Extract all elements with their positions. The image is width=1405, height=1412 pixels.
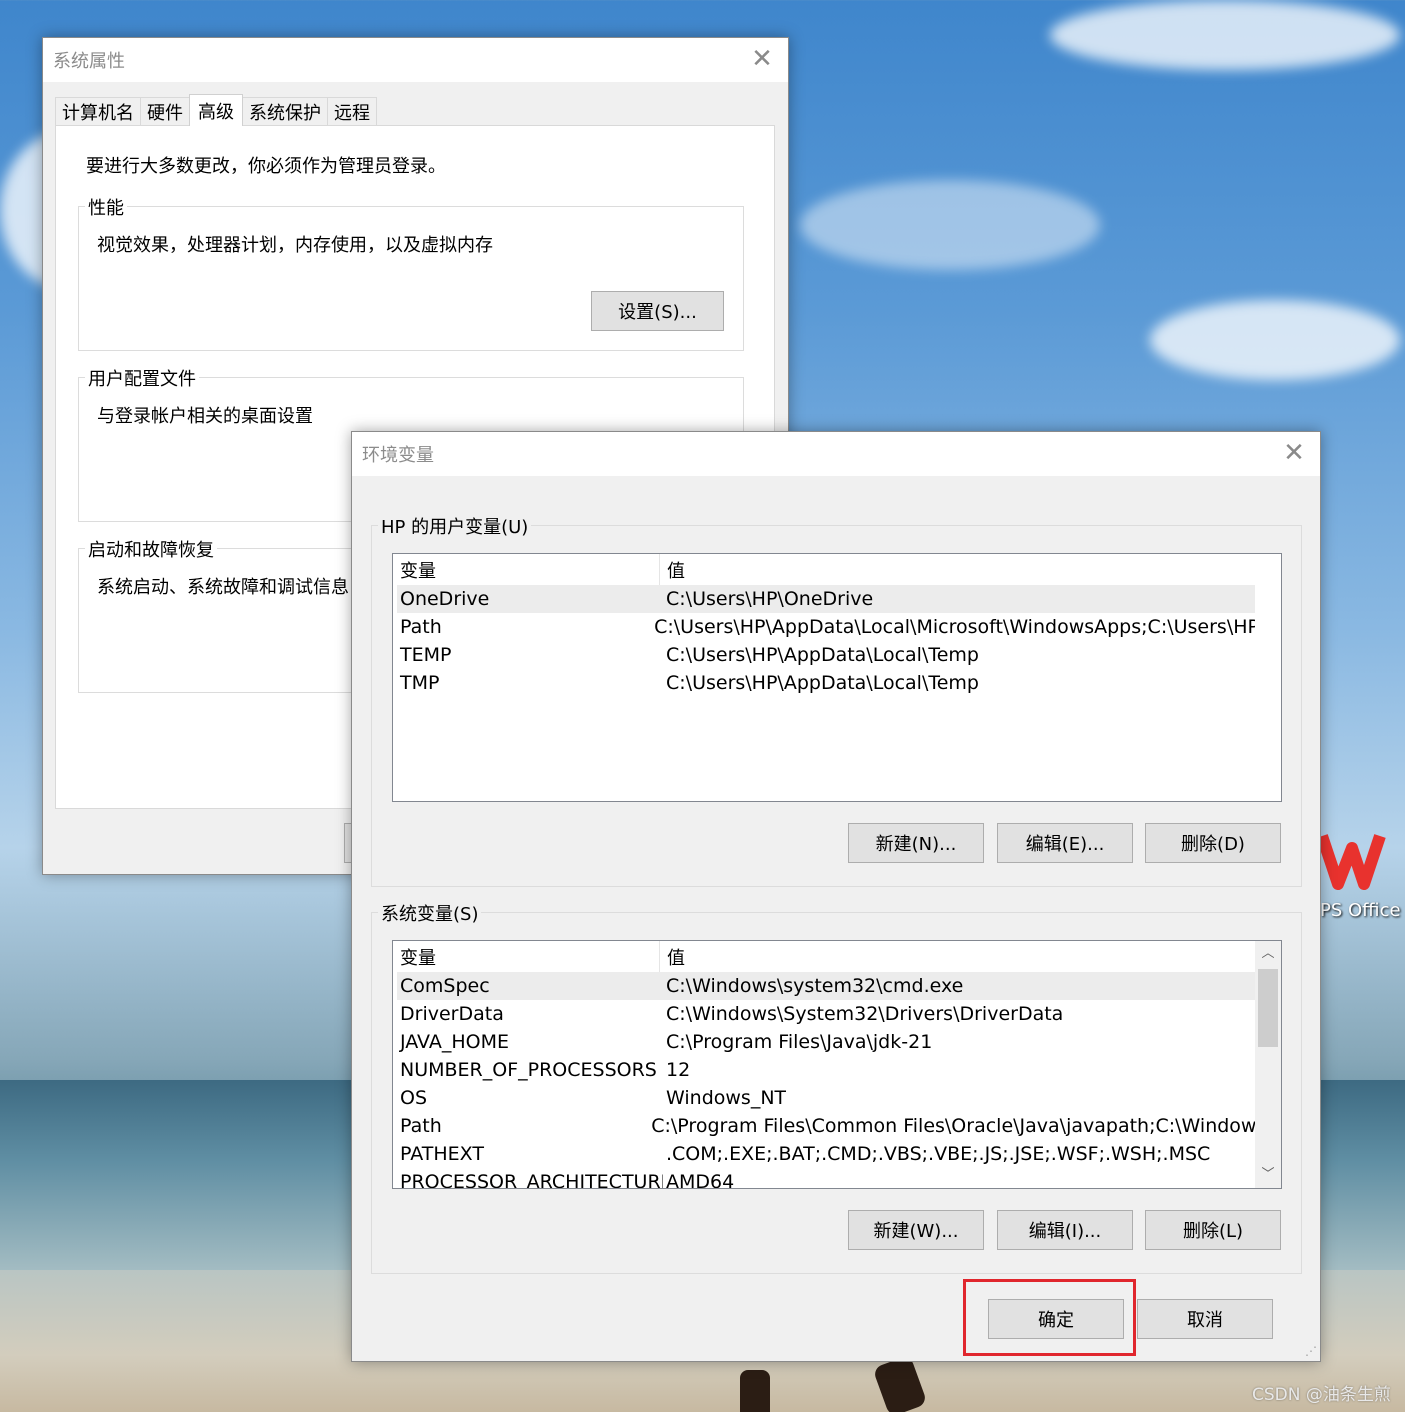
variable-name: ComSpec [400, 975, 490, 997]
variable-name: PATHEXT [400, 1143, 484, 1165]
user-new-button[interactable]: 新建(N)... [848, 823, 984, 863]
startup-recovery-desc: 系统启动、系统故障和调试信息 [97, 577, 349, 598]
performance-group: 性能 视觉效果，处理器计划，内存使用，以及虚拟内存 设置(S)... [78, 194, 744, 351]
table-row[interactable]: PROCESSOR_ARCHITECTURE AMD64 [397, 1168, 1255, 1189]
variable-name: NUMBER_OF_PROCESSORS [400, 1059, 657, 1081]
cloud [800, 180, 1100, 270]
system-delete-button[interactable]: 删除(L) [1145, 1210, 1281, 1250]
vertical-scrollbar[interactable]: ︿ ﹀ [1255, 941, 1281, 1188]
table-row[interactable]: Path C:\Program Files\Common Files\Oracl… [397, 1112, 1255, 1140]
performance-settings-button[interactable]: 设置(S)... [591, 291, 724, 331]
user-variables-section: HP 的用户变量(U) 变量 值 OneDrive C:\Users\HP\On… [371, 513, 1302, 887]
variable-value: .COM;.EXE;.BAT;.CMD;.VBS;.VBE;.JS;.JSE;.… [666, 1143, 1211, 1165]
variable-value: 12 [666, 1059, 691, 1081]
variable-name: Path [400, 616, 442, 638]
cloud [1050, 0, 1400, 70]
variable-value: C:\Users\HP\AppData\Local\Temp [666, 644, 979, 666]
table-row[interactable]: Path C:\Users\HP\AppData\Local\Microsoft… [397, 613, 1255, 641]
column-header-value[interactable]: 值 [660, 554, 685, 585]
variable-value: C:\Users\HP\OneDrive [666, 588, 874, 610]
table-row[interactable]: ComSpec C:\Windows\system32\cmd.exe [397, 972, 1255, 1000]
variable-name: TEMP [400, 644, 452, 666]
table-row[interactable]: OS Windows_NT [397, 1084, 1255, 1112]
titlebar: 系统属性 ✕ [43, 38, 788, 82]
tab-system-protection[interactable]: 系统保护 [242, 97, 328, 125]
variable-value: C:\Windows\System32\Drivers\DriverData [666, 1003, 1064, 1025]
user-profiles-desc: 与登录帐户相关的桌面设置 [97, 406, 313, 427]
table-row[interactable]: OneDrive C:\Users\HP\OneDrive [397, 585, 1255, 613]
variable-value: AMD64 [666, 1171, 735, 1189]
close-icon[interactable]: ✕ [1282, 440, 1306, 466]
user-delete-button[interactable]: 删除(D) [1145, 823, 1281, 863]
system-variables-list[interactable]: 变量 值 ComSpec C:\Windows\system32\cmd.exe… [392, 940, 1282, 1189]
scroll-down-icon[interactable]: ﹀ [1255, 1164, 1281, 1186]
table-row[interactable]: DriverData C:\Windows\System32\Drivers\D… [397, 1000, 1255, 1028]
list-header: 变量 值 [393, 554, 1281, 585]
variable-name: TMP [400, 672, 440, 694]
admin-notice: 要进行大多数更改，你必须作为管理员登录。 [86, 156, 446, 177]
watermark: CSDN @油条生煎 [1252, 1385, 1391, 1405]
cloud [1150, 300, 1400, 380]
system-variables-title: 系统变量(S) [378, 900, 482, 926]
performance-title: 性能 [85, 194, 127, 220]
user-variables-list[interactable]: 变量 值 OneDrive C:\Users\HP\OneDrive Path … [392, 553, 1282, 802]
titlebar: 环境变量 ✕ [352, 432, 1320, 476]
column-header-variable[interactable]: 变量 [393, 941, 660, 972]
variable-name: PROCESSOR_ARCHITECTURE [400, 1171, 663, 1189]
table-row[interactable]: JAVA_HOME C:\Program Files\Java\jdk-21 [397, 1028, 1255, 1056]
column-header-variable[interactable]: 变量 [393, 554, 660, 585]
cancel-button[interactable]: 取消 [1137, 1299, 1273, 1339]
resize-grip-icon[interactable]: ⋰ [1305, 1344, 1317, 1358]
variable-name: Path [400, 1115, 442, 1137]
dialog-title: 环境变量 [362, 445, 434, 466]
person-silhouette [740, 1370, 770, 1412]
tab-hardware[interactable]: 硬件 [140, 97, 190, 125]
table-row[interactable]: PATHEXT .COM;.EXE;.BAT;.CMD;.VBS;.VBE;.J… [397, 1140, 1255, 1168]
startup-recovery-title: 启动和故障恢复 [85, 536, 217, 562]
variable-value: C:\Program Files\Common Files\Oracle\Jav… [651, 1115, 1255, 1137]
tab-advanced[interactable]: 高级 [189, 94, 243, 126]
scroll-up-icon[interactable]: ︿ [1255, 943, 1281, 965]
table-row[interactable]: TMP C:\Users\HP\AppData\Local\Temp [397, 669, 1255, 697]
variable-value: Windows_NT [666, 1087, 787, 1109]
user-variables-title: HP 的用户变量(U) [378, 513, 532, 539]
wps-office-icon[interactable] [1316, 830, 1398, 890]
table-row[interactable]: NUMBER_OF_PROCESSORS 12 [397, 1056, 1255, 1084]
variable-value: C:\Users\HP\AppData\Local\Temp [666, 672, 979, 694]
variable-value: C:\Windows\system32\cmd.exe [666, 975, 964, 997]
performance-desc: 视觉效果，处理器计划，内存使用，以及虚拟内存 [97, 235, 493, 256]
user-edit-button[interactable]: 编辑(E)... [997, 823, 1133, 863]
variable-name: JAVA_HOME [400, 1031, 509, 1053]
system-edit-button[interactable]: 编辑(I)... [997, 1210, 1133, 1250]
window-title: 系统属性 [53, 51, 125, 72]
environment-variables-dialog: 环境变量 ✕ HP 的用户变量(U) 变量 值 OneDrive C:\User… [351, 431, 1321, 1362]
tab-computer-name[interactable]: 计算机名 [55, 97, 141, 125]
scroll-thumb[interactable] [1258, 969, 1278, 1047]
column-header-value[interactable]: 值 [660, 941, 685, 972]
system-variables-section: 系统变量(S) 变量 值 ComSpec C:\Windows\system32… [371, 900, 1302, 1274]
table-row[interactable]: TEMP C:\Users\HP\AppData\Local\Temp [397, 641, 1255, 669]
tab-strip: 计算机名 硬件 高级 系统保护 远程 [55, 94, 377, 126]
variable-value: C:\Users\HP\AppData\Local\Microsoft\Wind… [654, 616, 1255, 638]
variable-name: DriverData [400, 1003, 504, 1025]
tab-remote[interactable]: 远程 [327, 97, 377, 125]
variable-value: C:\Program Files\Java\jdk-21 [666, 1031, 933, 1053]
system-new-button[interactable]: 新建(W)... [848, 1210, 984, 1250]
variable-name: OneDrive [400, 588, 490, 610]
annotation-highlight-box [963, 1279, 1136, 1356]
wps-office-label[interactable]: PS Office [1320, 900, 1401, 921]
variable-name: OS [400, 1087, 428, 1109]
list-header: 变量 值 [393, 941, 1255, 972]
close-icon[interactable]: ✕ [750, 46, 774, 72]
user-profiles-title: 用户配置文件 [85, 365, 199, 391]
